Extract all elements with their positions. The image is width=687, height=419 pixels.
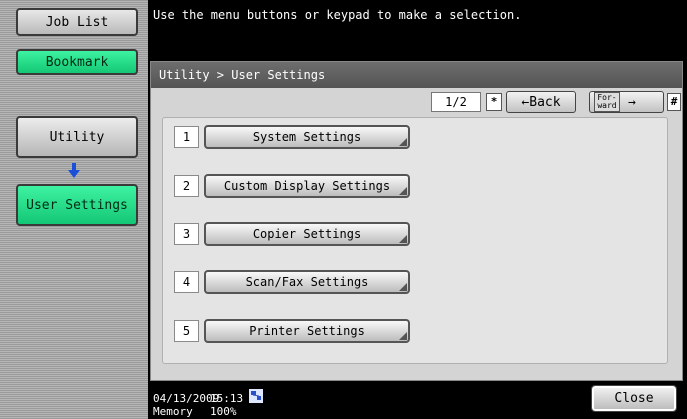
list-item: 4 Scan/Fax Settings — [174, 270, 410, 294]
bookmark-button[interactable]: Bookmark — [16, 49, 138, 75]
arrow-down-icon — [68, 163, 80, 178]
system-settings-button[interactable]: System Settings — [204, 125, 410, 149]
memory-value: 100% — [210, 405, 237, 418]
printer-settings-button[interactable]: Printer Settings — [204, 319, 410, 343]
list-item: 1 System Settings — [174, 125, 410, 149]
list-item: 3 Copier Settings — [174, 222, 410, 246]
network-icon — [249, 389, 263, 403]
memory-label: Memory — [153, 405, 193, 418]
list-item: 2 Custom Display Settings — [174, 174, 410, 198]
user-settings-button[interactable]: User Settings — [16, 184, 138, 226]
menu-number: 4 — [174, 271, 199, 293]
close-button[interactable]: Close — [591, 385, 677, 412]
hash-key-icon: # — [667, 93, 681, 111]
job-list-button[interactable]: Job List — [16, 8, 138, 36]
menu-list: 1 System Settings 2 Custom Display Setti… — [162, 117, 668, 364]
menu-number: 1 — [174, 126, 199, 148]
back-button[interactable]: ←Back — [506, 91, 576, 113]
menu-number: 2 — [174, 175, 199, 197]
star-key-icon: * — [486, 93, 502, 111]
sidebar: Job List Bookmark Utility User Settings — [0, 0, 148, 419]
main-panel: Utility > User Settings 1/2 * ←Back For-… — [150, 61, 683, 381]
menu-number: 3 — [174, 223, 199, 245]
copier-settings-button[interactable]: Copier Settings — [204, 222, 410, 246]
status-time: 15:13 — [210, 392, 244, 405]
scan-fax-settings-button[interactable]: Scan/Fax Settings — [204, 270, 410, 294]
arrow-right-icon: → — [628, 94, 636, 110]
custom-display-settings-button[interactable]: Custom Display Settings — [204, 174, 410, 198]
forward-button[interactable]: For- ward → — [589, 91, 664, 113]
breadcrumb: Utility > User Settings — [151, 62, 682, 88]
page-indicator: 1/2 — [431, 92, 481, 112]
forward-label: For- ward — [594, 92, 620, 112]
utility-button[interactable]: Utility — [16, 116, 138, 158]
menu-number: 5 — [174, 320, 199, 342]
instruction-message: Use the menu buttons or keypad to make a… — [153, 8, 522, 22]
list-item: 5 Printer Settings — [174, 319, 410, 343]
